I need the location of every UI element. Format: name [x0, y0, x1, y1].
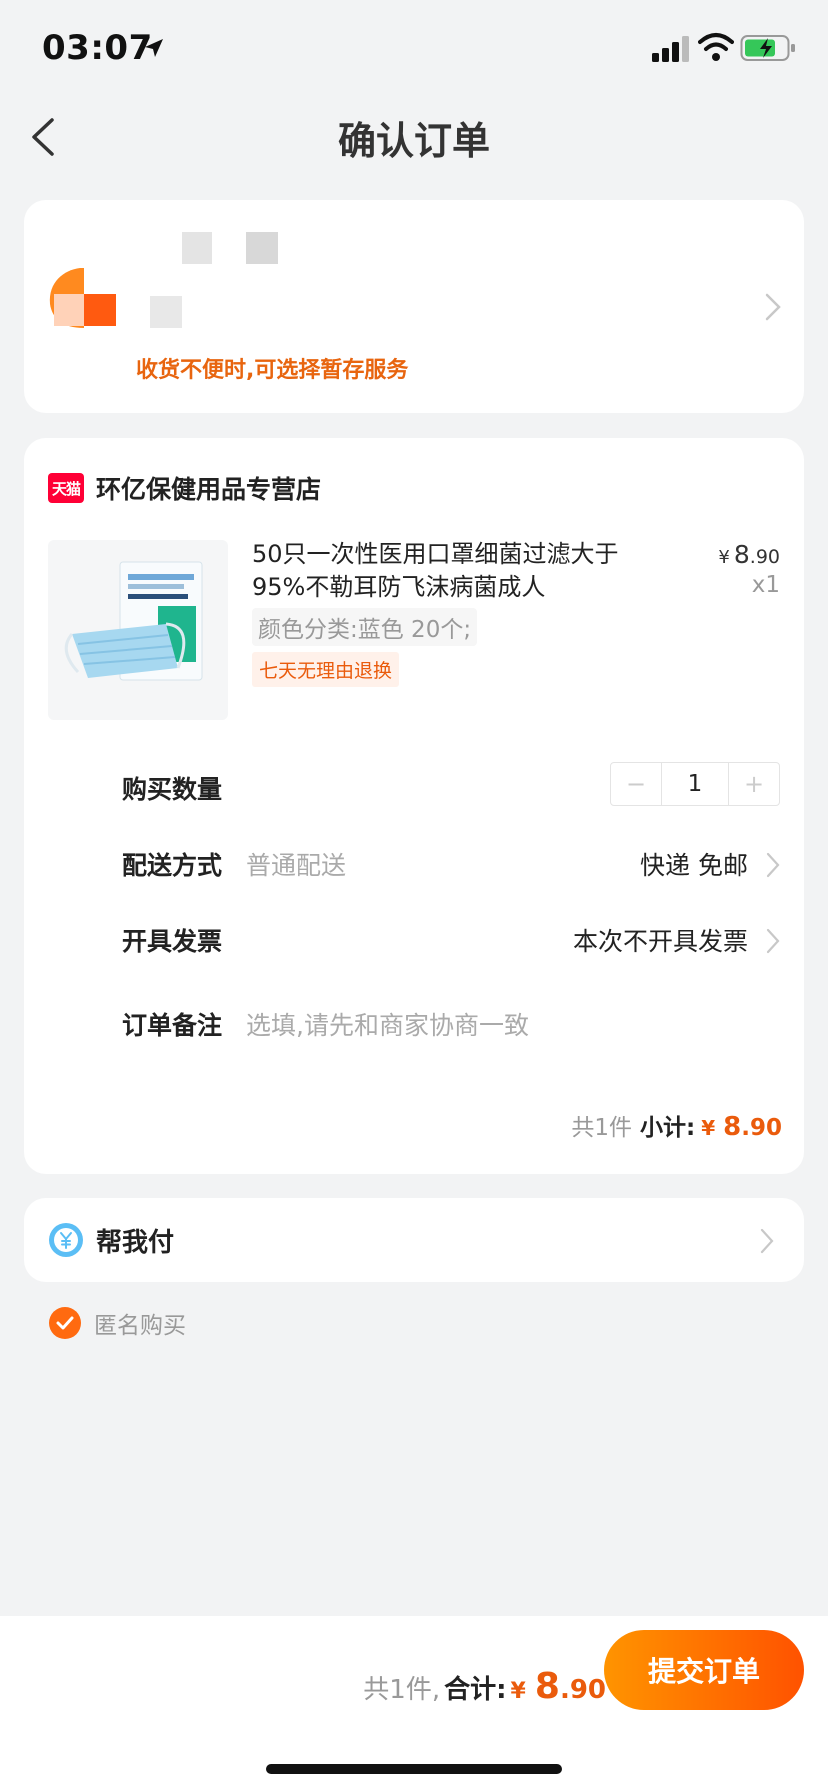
delivery-value: 快递 免邮 [640, 851, 748, 880]
total-amount: ¥ 8.90 [510, 1666, 607, 1707]
store-header[interactable]: 天猫 环亿保健用品专营店 [48, 468, 321, 508]
order-subtotal: 共1件 小计: ¥ 8.90 [571, 1108, 782, 1142]
wifi-icon [698, 33, 734, 61]
tmall-logo: 天猫 [48, 473, 84, 503]
total-item-count: 共1件, [363, 1675, 441, 1705]
invoice-row[interactable]: 开具发票 本次不开具发票 [122, 914, 780, 964]
mask-package-illustration [64, 561, 203, 681]
product-price: ¥8.90 [718, 540, 780, 569]
quantity-input[interactable]: 1 [661, 763, 729, 805]
checkbox-checked-icon[interactable] [48, 1306, 82, 1340]
quantity-stepper: − 1 + [610, 762, 780, 806]
delivery-label: 配送方式 [122, 851, 223, 880]
delivery-type: 普通配送 [246, 851, 347, 880]
home-indicator [266, 1764, 562, 1774]
status-bar: 03:07 [0, 0, 828, 96]
anonymous-purchase-label: 匿名购买 [94, 1313, 186, 1339]
return-policy-badge: 七天无理由退换 [252, 652, 400, 687]
yuan-coin-icon [49, 1223, 83, 1257]
subtotal-amount: ¥ 8.90 [701, 1112, 782, 1142]
submit-order-button[interactable]: 提交订单 [604, 1630, 804, 1710]
decrement-button[interactable]: − [611, 763, 661, 805]
total-label: 合计: [444, 1675, 507, 1705]
address-storage-tip: 收货不便时,可选择暂存服务 [136, 358, 409, 383]
cellular-signal-icon [652, 36, 689, 62]
nav-bar: 确认订单 [0, 96, 828, 180]
chevron-right-icon [760, 1228, 774, 1254]
invoice-value: 本次不开具发票 [572, 927, 748, 956]
product-title[interactable]: 50只一次性医用口罩细菌过滤大于95%不勒耳防飞沫病菌成人 [252, 538, 652, 604]
quantity-label: 购买数量 [122, 775, 223, 804]
order-card: 天猫 环亿保健用品专营店 50只一次性医用口罩细菌过滤大于95%不勒耳防飞沫病菌… [24, 438, 804, 1174]
pay-for-me-card[interactable]: 帮我付 [24, 1198, 804, 1282]
battery-charging-icon [740, 35, 795, 61]
confirm-order-page: 03:07 确认订单 收货不便时,可选择暂存服务 天猫 环亿保健用品专营店 50… [0, 0, 828, 1792]
subtotal-label: 小计: [640, 1115, 696, 1141]
bottom-bar: 共1件, 合计: ¥ 8.90 提交订单 [0, 1616, 828, 1792]
item-count: 共1件 [571, 1115, 633, 1141]
pay-for-me-label: 帮我付 [96, 1228, 175, 1258]
chevron-right-icon[interactable] [764, 292, 782, 322]
location-arrow-icon [145, 39, 163, 57]
address-detail-redacted [150, 296, 182, 328]
address-location-icon [49, 268, 116, 328]
address-card[interactable]: 收货不便时,可选择暂存服务 [24, 200, 804, 413]
product-sku: 颜色分类:蓝色 20个; [252, 608, 478, 646]
delivery-row[interactable]: 配送方式 普通配送 快递 免邮 [122, 838, 780, 888]
page-title: 确认订单 [337, 119, 490, 163]
order-note-label: 订单备注 [122, 1011, 223, 1040]
store-name: 环亿保健用品专营店 [96, 475, 322, 504]
product-quantity: x1 [751, 572, 780, 598]
invoice-label: 开具发票 [122, 927, 223, 956]
chevron-right-icon [766, 852, 780, 878]
order-note-row: 订单备注 选填,请先和商家协商一致 [122, 998, 780, 1048]
address-name-redacted [182, 232, 212, 264]
status-time: 03:07 [42, 28, 153, 68]
order-total-summary: 共1件, 合计: ¥ 8.90 [363, 1666, 606, 1707]
increment-button[interactable]: + [729, 763, 779, 805]
order-note-input[interactable]: 选填,请先和商家协商一致 [246, 1006, 529, 1042]
anonymous-purchase-toggle[interactable]: 匿名购买 [48, 1306, 186, 1340]
address-phone-redacted [246, 232, 278, 264]
product-image[interactable] [48, 540, 228, 720]
quantity-row: 购买数量 − 1 + [122, 762, 780, 812]
chevron-right-icon [766, 928, 780, 954]
